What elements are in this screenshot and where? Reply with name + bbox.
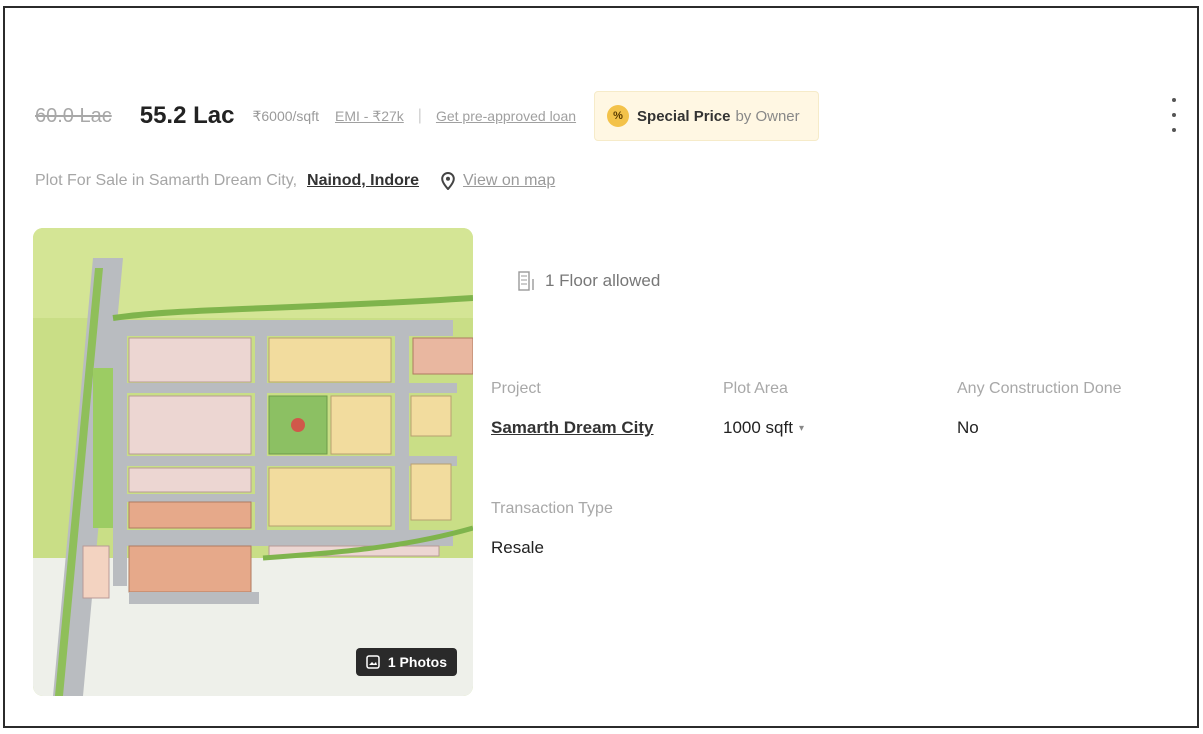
listing-title: Plot For Sale in Samarth Dream City, [35, 172, 298, 189]
floor-allowed-text: 1 Floor allowed [545, 271, 661, 290]
price-per-sqft: ₹6000/sqft [252, 107, 319, 124]
plot-area-value[interactable]: 1000 sqft ▾ [723, 418, 804, 438]
photos-count-label: 1 Photos [387, 654, 447, 670]
emi-link[interactable]: EMI - ₹27k [335, 108, 404, 125]
kebab-dot [1172, 128, 1176, 132]
view-on-map-link[interactable]: View on map [463, 172, 555, 190]
kebab-dot [1172, 98, 1176, 102]
old-price: 60.0 Lac [35, 104, 112, 127]
photo-icon [366, 655, 380, 669]
locality-link[interactable]: Nainod, Indore [307, 172, 419, 190]
kebab-dot [1172, 113, 1176, 117]
percent-icon: % [607, 105, 630, 127]
project-link[interactable]: Samarth Dream City [491, 418, 654, 438]
chevron-down-icon: ▾ [798, 423, 804, 435]
property-card: 60.0 Lac 55.2 Lac ₹6000/sqft EMI - ₹27k … [3, 6, 1199, 728]
site-plan-image [33, 228, 473, 696]
location-row: Plot For Sale in Samarth Dream City, Nai… [35, 172, 555, 190]
pre-approved-loan-link[interactable]: Get pre-approved loan [436, 108, 576, 124]
construction-label: Any Construction Done [957, 380, 1122, 397]
map-pin-icon [441, 172, 455, 190]
plot-area-text: 1000 sqft [723, 418, 793, 437]
building-icon [518, 271, 534, 291]
floor-allowed: 1 Floor allowed [517, 270, 660, 292]
special-price-label: Special Price [637, 107, 731, 125]
separator: | [417, 107, 422, 124]
transaction-type-value: Resale [491, 538, 544, 557]
property-photo[interactable]: 1 Photos [33, 228, 473, 696]
project-label: Project [491, 380, 541, 397]
photos-count-button[interactable]: 1 Photos [355, 648, 457, 676]
construction-value: No [957, 418, 979, 437]
special-price-badge: % Special Price by Owner [594, 91, 819, 141]
current-price: 55.2 Lac [139, 102, 235, 129]
plot-area-label: Plot Area [723, 380, 788, 397]
more-options-icon[interactable] [1169, 98, 1179, 132]
special-price-owner: by Owner [735, 107, 800, 125]
transaction-type-label: Transaction Type [491, 500, 613, 517]
price-row: 60.0 Lac 55.2 Lac ₹6000/sqft EMI - ₹27k … [35, 91, 819, 141]
